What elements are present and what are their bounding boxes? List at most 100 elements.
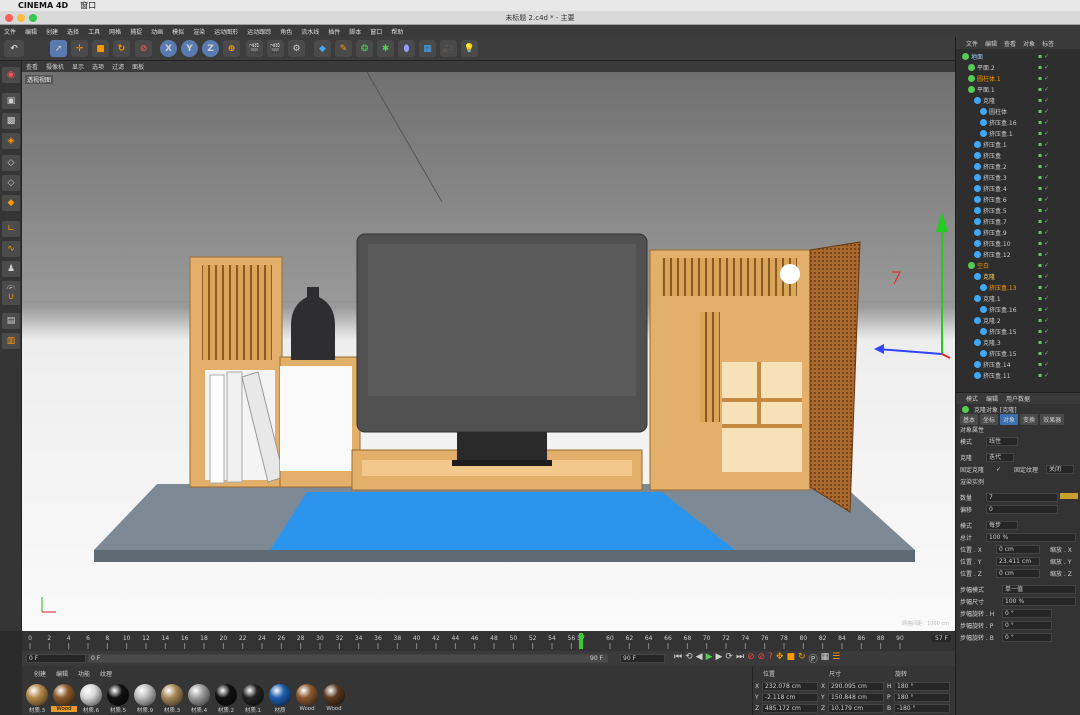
material-menu-item[interactable]: 功能 <box>78 669 90 678</box>
viewport-menu-item[interactable]: 选项 <box>92 62 104 71</box>
close-icon[interactable] <box>5 14 13 22</box>
attribute-subtab[interactable]: 效果器 <box>1040 414 1065 425</box>
material-name[interactable]: Wood <box>294 706 320 712</box>
material-menu-item[interactable]: 纹理 <box>100 669 112 678</box>
position-y-field[interactable]: 23.411 cm <box>996 556 1040 566</box>
object-manager-menu-item[interactable]: 标签 <box>1042 39 1054 48</box>
visibility-check-icon[interactable]: ▪ ✓ <box>1038 251 1049 258</box>
start-frame-field[interactable]: 0 F <box>26 654 86 663</box>
pla-key-icon[interactable]: ▦ <box>821 652 830 665</box>
scale-key-icon[interactable]: ■ <box>787 652 796 665</box>
render-settings-icon[interactable]: ⚙ <box>288 40 305 57</box>
material-ball[interactable] <box>215 684 237 706</box>
rotation-key-icon[interactable]: ↻ <box>798 652 806 665</box>
go-end-icon[interactable]: ⏭ <box>736 652 744 665</box>
material-ball[interactable] <box>134 684 156 706</box>
object-name[interactable]: 挤压盒.15 <box>989 327 1017 336</box>
visibility-check-icon[interactable]: ▪ ✓ <box>1038 284 1049 291</box>
visibility-check-icon[interactable]: ▪ ✓ <box>1038 339 1049 346</box>
viewport-menu-item[interactable]: 摄像机 <box>46 62 64 71</box>
offset-field[interactable]: 0 <box>986 504 1058 514</box>
subdivision-icon[interactable]: ❂ <box>356 40 373 57</box>
attribute-menu-item[interactable]: 编辑 <box>986 394 998 403</box>
next-key-icon[interactable]: ⟳ <box>725 652 733 665</box>
cube-icon[interactable]: ◆ <box>314 40 331 57</box>
object-row[interactable]: 挤压盒.7 ▪ ✓ <box>956 216 1080 227</box>
material-name[interactable]: 材质.5 <box>105 706 131 714</box>
visibility-check-icon[interactable]: ▪ ✓ <box>1038 53 1049 60</box>
visibility-check-icon[interactable]: ▪ ✓ <box>1038 119 1049 126</box>
planar-workplane-icon[interactable]: ▥ <box>2 333 20 349</box>
workplane-icon[interactable]: ◈ <box>2 133 20 149</box>
menu-item[interactable]: 文件 <box>4 27 16 36</box>
attribute-subtab[interactable]: 基本 <box>960 414 979 425</box>
count-slider[interactable] <box>1060 493 1078 499</box>
keyframe-selection-icon[interactable]: ? <box>768 652 773 665</box>
coord-value-field[interactable]: 150.848 cm <box>828 693 884 702</box>
object-row[interactable]: 平面.2 ▪ ✓ <box>956 62 1080 73</box>
step-mode-select[interactable]: 单一值 <box>1002 584 1076 594</box>
visibility-check-icon[interactable]: ▪ ✓ <box>1038 306 1049 313</box>
material-name[interactable]: 材质.3 <box>24 706 50 714</box>
object-name[interactable]: 克隆 <box>983 96 995 105</box>
mode-select[interactable]: 线性 <box>986 436 1018 446</box>
material-ball[interactable] <box>323 684 345 706</box>
floor-icon[interactable]: ▦ <box>419 40 436 57</box>
material-name[interactable]: 材质.1 <box>240 706 266 714</box>
object-row[interactable]: 挤压盒.1 ▪ ✓ <box>956 128 1080 139</box>
step-rot-p-field[interactable]: 0 ° <box>1002 620 1052 630</box>
material-name[interactable]: Wood <box>51 706 77 712</box>
next-frame-icon[interactable]: ▶ <box>716 652 723 665</box>
object-row[interactable]: 克隆.1 ▪ ✓ <box>956 293 1080 304</box>
prev-key-icon[interactable]: ⟲ <box>685 652 693 665</box>
menu-item[interactable]: 窗口 <box>370 27 382 36</box>
material-name[interactable]: 材质.3 <box>159 706 185 714</box>
coord-value-field[interactable]: 180 ° <box>894 693 950 702</box>
object-row[interactable]: 挤压盒.13 ▪ ✓ <box>956 282 1080 293</box>
visibility-check-icon[interactable]: ▪ ✓ <box>1038 207 1049 214</box>
object-name[interactable]: 挤压盒.6 <box>983 195 1007 204</box>
object-name[interactable]: 挤压盒.4 <box>983 184 1007 193</box>
attribute-subtab[interactable]: 变换 <box>1020 414 1039 425</box>
object-name[interactable]: 挤压盒.16 <box>989 305 1017 314</box>
visibility-check-icon[interactable]: ▪ ✓ <box>1038 64 1049 71</box>
rotate-tool-icon[interactable]: ↻ <box>113 40 130 57</box>
step-rot-h-field[interactable]: 0 ° <box>1002 608 1052 618</box>
object-row[interactable]: 挤压盒.4 ▪ ✓ <box>956 183 1080 194</box>
visibility-check-icon[interactable]: ▪ ✓ <box>1038 185 1049 192</box>
menu-item[interactable]: 角色 <box>280 27 292 36</box>
material-menu-item[interactable]: 编辑 <box>56 669 68 678</box>
coord-value-field[interactable]: -2.118 cm <box>762 693 818 702</box>
object-name[interactable]: 空白 <box>977 261 989 270</box>
visibility-check-icon[interactable]: ▪ ✓ <box>1038 273 1049 280</box>
magnet-icon[interactable]: ∪ <box>2 289 20 305</box>
object-name[interactable]: 挤压盒.12 <box>983 250 1011 259</box>
visibility-check-icon[interactable]: ▪ ✓ <box>1038 328 1049 335</box>
param-key-icon[interactable]: Ⓟ <box>809 652 818 665</box>
object-row[interactable]: 挤压盒.16 ▪ ✓ <box>956 304 1080 315</box>
menu-item[interactable]: 流水线 <box>301 27 319 36</box>
object-name[interactable]: 挤压盒.13 <box>989 283 1017 292</box>
menu-item[interactable]: 创建 <box>46 27 58 36</box>
x-axis-icon[interactable]: X <box>160 40 177 57</box>
object-name[interactable]: 圆柱体 <box>989 107 1007 116</box>
position-key-icon[interactable]: ✥ <box>776 652 784 665</box>
menu-item[interactable]: 运动图形 <box>214 27 238 36</box>
fix-clone-checkbox[interactable]: ✓ <box>996 466 1001 473</box>
step-rot-b-field[interactable]: 0 ° <box>1002 632 1052 642</box>
object-row[interactable]: 挤压盒.14 ▪ ✓ <box>956 359 1080 370</box>
cloner-icon[interactable]: ✱ <box>377 40 394 57</box>
menu-item[interactable]: 编辑 <box>25 27 37 36</box>
mac-window-menu[interactable]: 窗口 <box>80 0 96 11</box>
material-ball[interactable] <box>188 684 210 706</box>
object-name[interactable]: 挤压盒.11 <box>983 371 1011 380</box>
step-size-field[interactable]: 100 % <box>1002 596 1076 606</box>
attribute-subtab[interactable]: 坐标 <box>980 414 999 425</box>
visibility-check-icon[interactable]: ▪ ✓ <box>1038 295 1049 302</box>
clones-select[interactable]: 迭代 <box>986 452 1014 462</box>
material-ball[interactable] <box>242 684 264 706</box>
select-tool-icon[interactable]: ➚ <box>50 40 67 57</box>
viewport-menu-item[interactable]: 查看 <box>26 62 38 71</box>
visibility-check-icon[interactable]: ▪ ✓ <box>1038 229 1049 236</box>
object-row[interactable]: 挤压盒.15 ▪ ✓ <box>956 326 1080 337</box>
